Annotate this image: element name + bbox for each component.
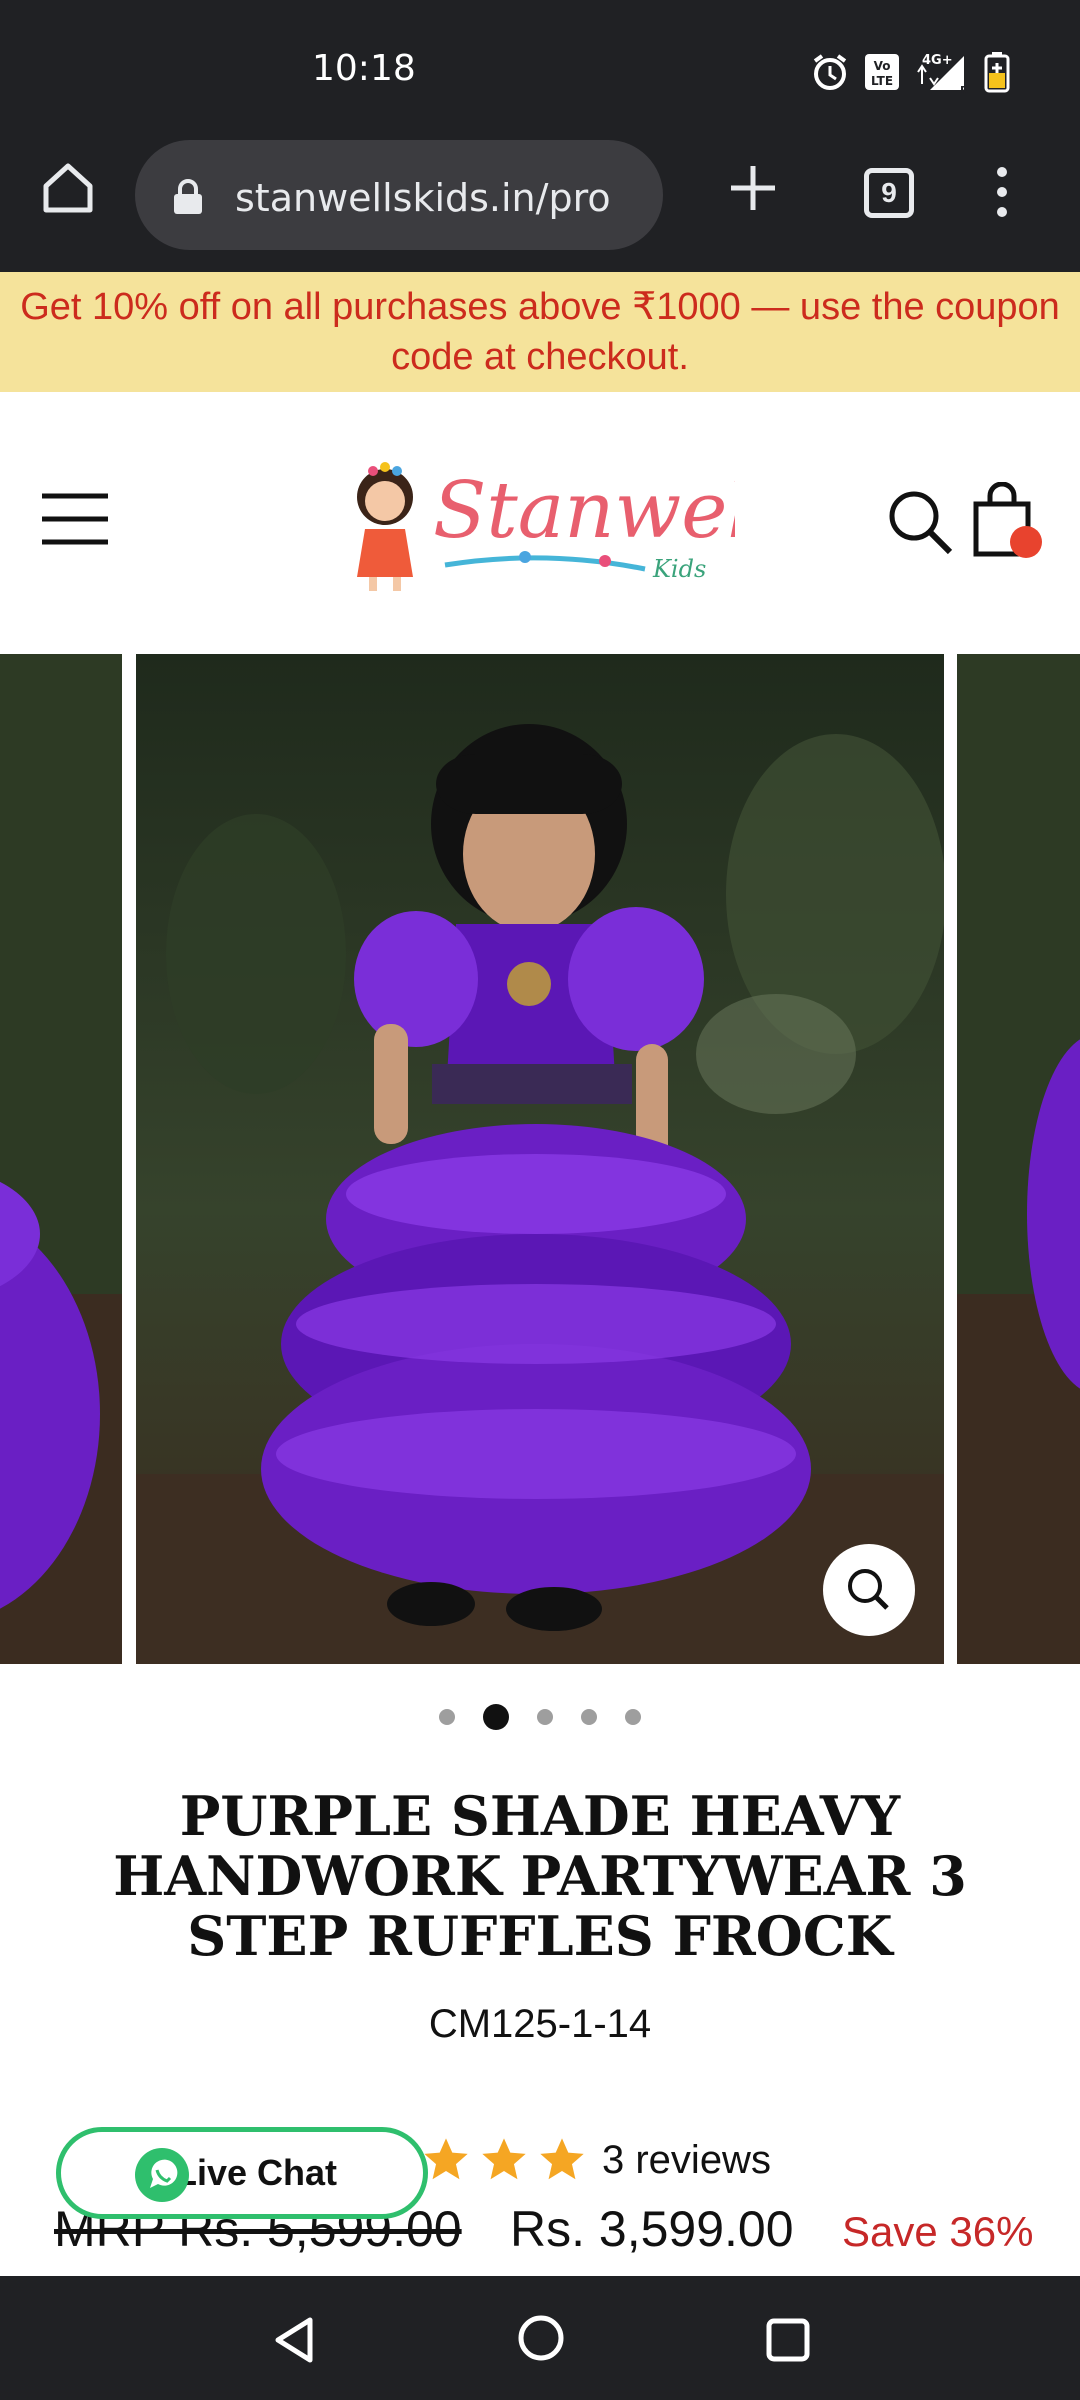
sale-price: Rs. 3,599.00 (510, 2201, 794, 2257)
gallery-slide-next[interactable] (957, 654, 1080, 1664)
battery-icon (984, 52, 1010, 93)
zoom-icon (848, 1569, 889, 1610)
whatsapp-icon (135, 2148, 189, 2202)
product-title: PURPLE SHADE HEAVY HANDWORK PARTYWEAR 3 … (113, 1784, 967, 1968)
product-sku: CM125-1-14 (428, 2002, 652, 2046)
gallery-pagination (0, 1702, 1080, 1732)
site-header: Stanwells Kids (0, 392, 1080, 654)
gallery-slide-previous[interactable] (0, 654, 122, 1664)
tab-switcher-button[interactable]: 9 (864, 168, 914, 218)
status-time: 10:18 (312, 48, 416, 89)
recents-icon[interactable] (762, 2314, 814, 2366)
pagination-dot[interactable] (625, 1709, 641, 1725)
star-icon (482, 2138, 526, 2180)
svg-text:4G+: 4G+ (922, 53, 953, 68)
back-icon[interactable] (268, 2314, 320, 2366)
system-navigation-bar (0, 2276, 1080, 2400)
zoom-button[interactable] (823, 1544, 915, 1636)
gallery-slide-active[interactable] (136, 654, 944, 1664)
svg-text:Kids: Kids (652, 555, 706, 583)
search-icon[interactable] (886, 488, 954, 556)
discount-label: Save 36% (842, 2208, 1034, 2255)
star-icon (424, 2138, 468, 2180)
logo[interactable]: Stanwells Kids (345, 437, 735, 597)
product-photo (136, 654, 944, 1664)
pagination-dot[interactable] (439, 1709, 455, 1725)
alarm-icon (813, 54, 847, 90)
home-icon[interactable] (38, 158, 98, 218)
product-gallery[interactable] (0, 654, 1080, 1664)
star-icon (540, 2138, 584, 2180)
svg-text:Vo: Vo (874, 59, 891, 73)
url-bar[interactable]: stanwellskids.in/pro (135, 140, 663, 250)
svg-text:LTE: LTE (871, 74, 893, 88)
url-text: stanwellskids.in/pro (235, 176, 611, 220)
menu-icon[interactable] (40, 492, 110, 546)
reviews-count[interactable]: 3 reviews (602, 2138, 771, 2183)
product-photo-previous (0, 654, 122, 1664)
pagination-dot[interactable] (537, 1709, 553, 1725)
status-bar: 10:18 Vo LTE 4G+ R (0, 0, 1080, 140)
more-options-icon[interactable] (984, 162, 1020, 222)
promo-banner[interactable]: Get 10% off on all purchases above ₹1000… (0, 272, 1080, 392)
live-chat-button[interactable]: Live Chat (56, 2127, 428, 2219)
browser-toolbar: stanwellskids.in/pro 9 (0, 130, 1080, 272)
home-nav-icon[interactable] (515, 2312, 567, 2364)
pagination-dot[interactable] (581, 1709, 597, 1725)
new-tab-icon[interactable] (725, 160, 781, 216)
svg-text:Stanwells: Stanwells (433, 466, 735, 556)
svg-text:R: R (960, 84, 969, 94)
cart-icon[interactable] (970, 482, 1044, 562)
status-icons: Vo LTE 4G+ R (810, 50, 1010, 94)
pagination-dot-active[interactable] (483, 1704, 509, 1730)
volte-icon: VoLTE (865, 54, 899, 90)
product-photo-next (957, 654, 1080, 1664)
lock-icon (174, 179, 202, 214)
product-rating[interactable]: 3 reviews (420, 2130, 771, 2190)
4g-signal-icon: 4G+ R (917, 53, 969, 94)
